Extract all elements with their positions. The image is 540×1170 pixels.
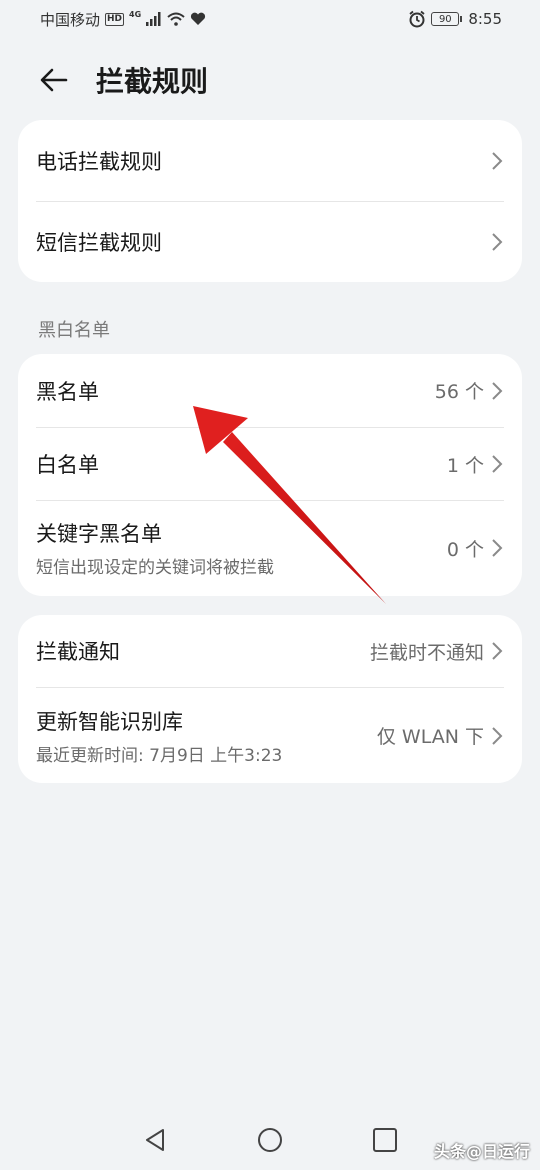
page-header: 拦截规则 — [0, 50, 540, 110]
blacklist-item[interactable]: 黑名单 56 个 — [36, 354, 504, 427]
row-label: 更新智能识别库 — [36, 709, 183, 734]
update-condition-value: 仅 WLAN 下 — [376, 726, 484, 748]
sms-intercept-rules-item[interactable]: 短信拦截规则 — [36, 201, 504, 282]
heart-icon — [191, 12, 206, 25]
notification-setting-value: 拦截时不通知 — [369, 641, 484, 664]
alarm-icon — [409, 10, 425, 28]
row-description: 最近更新时间: 7月9日 上午3:23 — [36, 745, 283, 766]
chevron-right-icon — [492, 151, 503, 170]
nav-back-icon[interactable] — [141, 1126, 169, 1154]
status-right: 90 8:55 — [408, 10, 502, 28]
row-value: 仅 WLAN 下 — [377, 722, 504, 749]
intercept-notification-item[interactable]: 拦截通知 拦截时不通知 — [36, 615, 504, 687]
row-value: 56 个 — [435, 377, 504, 404]
section-label-blacklist-whitelist: 黑白名单 — [38, 320, 110, 341]
whitelist-count: 1 个 — [446, 454, 484, 477]
page-title: 拦截规则 — [96, 65, 209, 98]
rules-card: 电话拦截规则 短信拦截规则 — [18, 120, 522, 282]
status-bar: 中国移动 HD 4G 90 8:55 — [0, 0, 540, 38]
chevron-right-icon — [492, 455, 503, 473]
clock: 8:55 — [468, 10, 502, 28]
chevron-right-icon — [492, 381, 503, 400]
keyword-blacklist-item[interactable]: 关键字黑名单 短信出现设定的关键词将被拦截 0 个 — [36, 500, 504, 595]
row-value: 0 个 — [447, 535, 504, 562]
row-main: 更新智能识别库 最近更新时间: 7月9日 上午3:23 — [36, 706, 282, 766]
wifi-icon — [167, 12, 185, 26]
update-recognition-library-item[interactable]: 更新智能识别库 最近更新时间: 7月9日 上午3:23 仅 WLAN 下 — [36, 687, 504, 783]
keyword-blacklist-count: 0 个 — [446, 538, 484, 561]
phone-intercept-rules-item[interactable]: 电话拦截规则 — [36, 120, 504, 201]
chevron-right-icon — [492, 642, 503, 660]
watermark: 头条@日运行 — [433, 1142, 530, 1161]
chevron-right-icon — [492, 233, 503, 251]
row-label: 关键字黑名单 — [36, 522, 162, 546]
row-value: 1 个 — [447, 451, 504, 478]
row-description: 短信出现设定的关键词将被拦截 — [36, 558, 274, 578]
row-value: 拦截时不通知 — [370, 638, 504, 665]
row-main: 关键字黑名单 短信出现设定的关键词将被拦截 — [36, 518, 274, 578]
network-type: 4G — [129, 9, 142, 19]
chevron-right-icon — [492, 726, 503, 745]
signal-icon — [146, 12, 161, 26]
nav-recents-icon[interactable] — [371, 1126, 399, 1154]
settings-card: 拦截通知 拦截时不通知 更新智能识别库 最近更新时间: 7月9日 上午3:23 … — [18, 615, 522, 783]
blacklist-whitelist-card: 黑名单 56 个 白名单 1 个 关键字黑名单 短信出现设定的关键词将被拦截 0… — [18, 354, 522, 596]
row-label: 短信拦截规则 — [36, 231, 162, 255]
whitelist-item[interactable]: 白名单 1 个 — [36, 427, 504, 500]
carrier-name: 中国移动 — [40, 10, 101, 29]
nav-home-icon[interactable] — [256, 1126, 284, 1154]
status-left: 中国移动 HD 4G — [40, 9, 206, 30]
row-label: 黑名单 — [36, 379, 99, 404]
blacklist-count: 56 个 — [434, 381, 484, 403]
hd-badge: HD — [105, 12, 125, 26]
row-label: 电话拦截规则 — [36, 149, 162, 174]
chevron-right-icon — [492, 539, 503, 557]
back-arrow-icon[interactable] — [38, 64, 70, 96]
row-label: 拦截通知 — [36, 640, 120, 664]
battery-indicator: 90 — [431, 12, 463, 26]
row-label: 白名单 — [36, 453, 99, 477]
